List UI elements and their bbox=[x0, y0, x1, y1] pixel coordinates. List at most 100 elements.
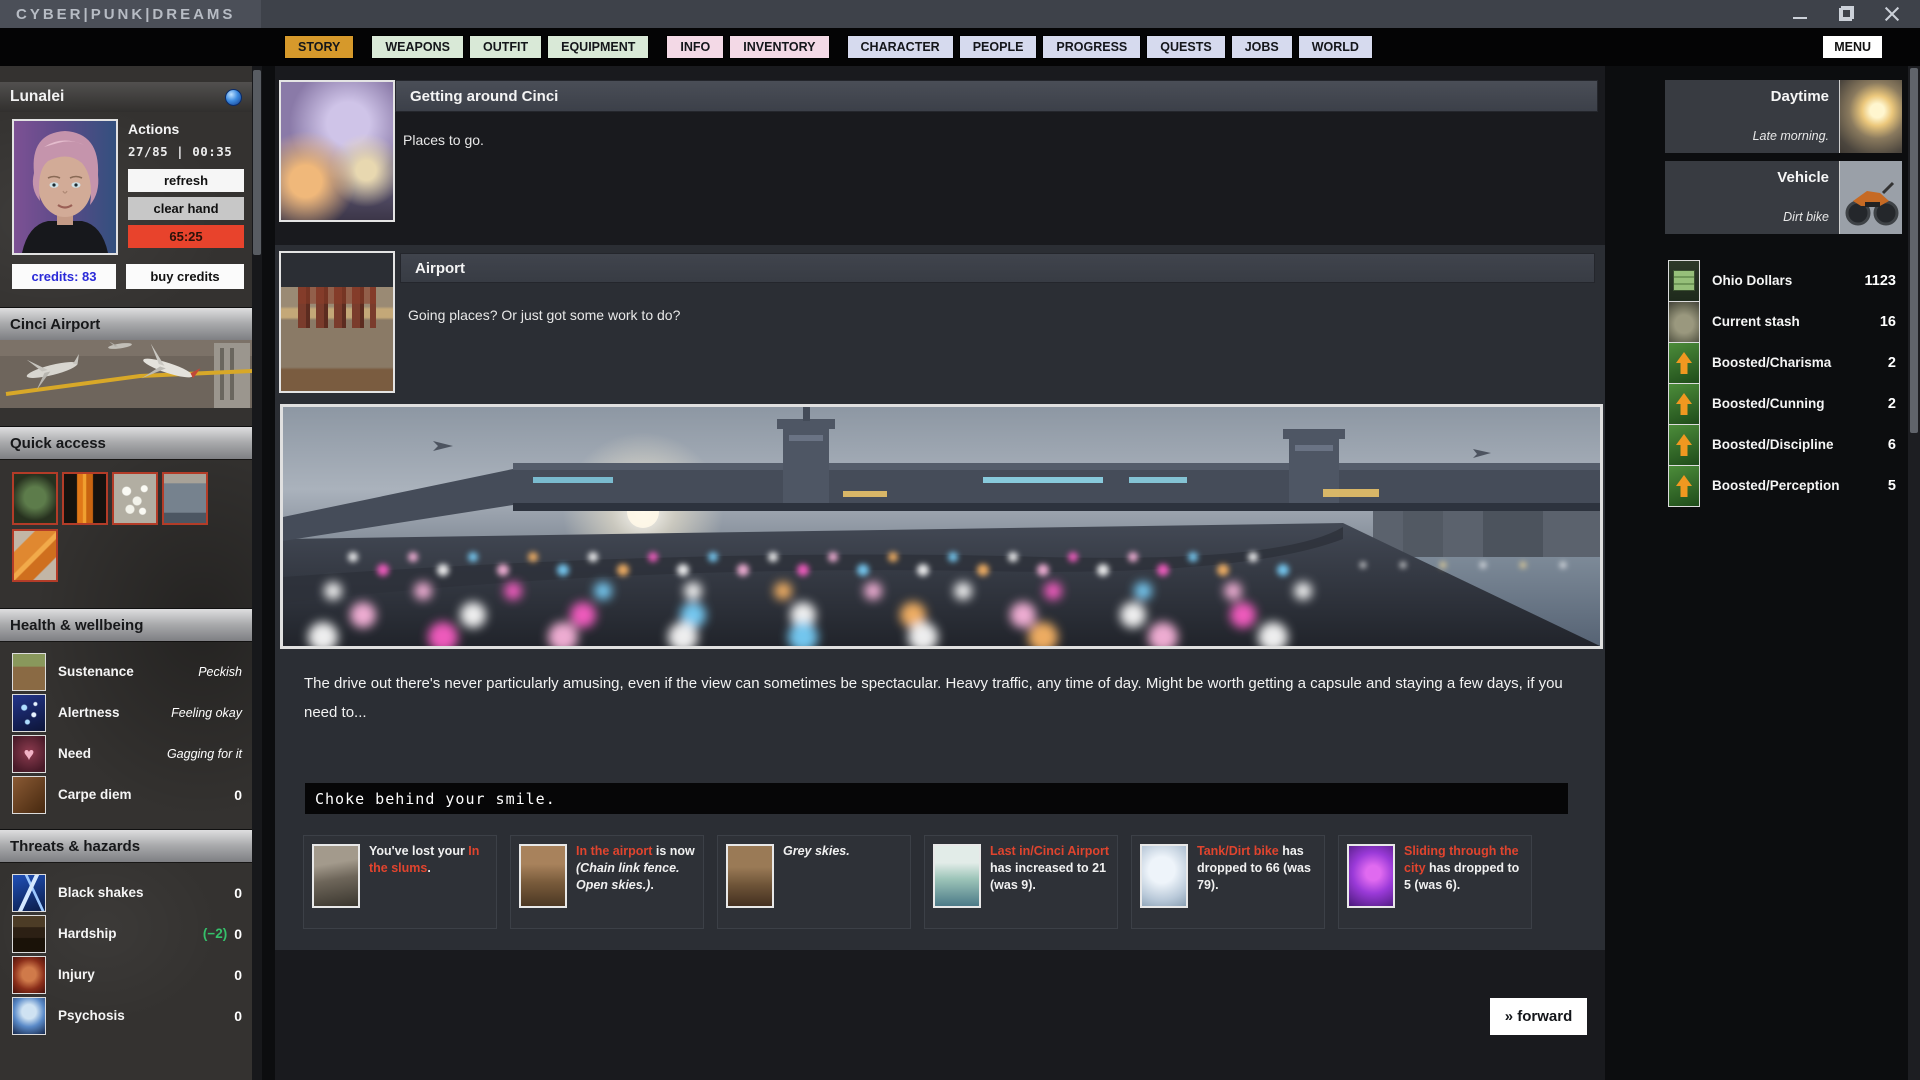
left-scrollbar-thumb[interactable] bbox=[253, 70, 261, 255]
buy-credits-button[interactable]: buy credits bbox=[126, 264, 244, 289]
status-title: Daytime bbox=[1771, 88, 1829, 105]
tab-jobs[interactable]: JOBS bbox=[1231, 35, 1293, 59]
event-text: Tank/Dirt bike has dropped to 66 (was 79… bbox=[1188, 836, 1324, 928]
scene-image bbox=[280, 404, 1603, 649]
carpe-icon bbox=[12, 776, 46, 814]
stat-label: Boosted/Discipline bbox=[1712, 437, 1834, 452]
right-scrollbar-thumb[interactable] bbox=[1910, 68, 1918, 433]
clear-hand-button[interactable]: clear hand bbox=[128, 197, 244, 220]
event-thumbnail bbox=[726, 844, 774, 908]
money-icon bbox=[1668, 260, 1700, 302]
health-row-sustenance[interactable]: SustenancePeckish bbox=[0, 651, 252, 692]
left-sidebar: Lunalei bbox=[0, 66, 252, 1080]
event-card[interactable]: Last in/Cinci Airport has increased to 2… bbox=[924, 835, 1118, 929]
tab-story[interactable]: STORY bbox=[284, 35, 354, 59]
character-panel: Actions 27/85 | 00:35 refresh clear hand… bbox=[12, 119, 246, 255]
stat-value: 5 bbox=[1888, 478, 1896, 494]
health-row-carpe-diem[interactable]: Carpe diem0 bbox=[0, 774, 252, 815]
threat-row-psychosis[interactable]: Psychosis0 bbox=[0, 995, 252, 1036]
tab-quests[interactable]: QUESTS bbox=[1146, 35, 1225, 59]
tab-world[interactable]: WORLD bbox=[1298, 35, 1373, 59]
health-header: Health & wellbeing bbox=[0, 608, 252, 641]
location-title: Cinci Airport bbox=[10, 316, 100, 333]
event-card[interactable]: Grey skies. bbox=[717, 835, 911, 929]
tab-equipment[interactable]: EQUIPMENT bbox=[547, 35, 649, 59]
event-card[interactable]: In the airport is now (Chain link fence.… bbox=[510, 835, 704, 929]
tab-inventory[interactable]: INVENTORY bbox=[729, 35, 829, 59]
threat-row-injury[interactable]: Injury0 bbox=[0, 954, 252, 995]
stat-row-boosted-cunning[interactable]: Boosted/Cunning2 bbox=[1665, 383, 1905, 424]
quick-item-energy-drink[interactable] bbox=[62, 472, 108, 525]
menu-button[interactable]: MENU bbox=[1823, 36, 1882, 58]
quote-banner: Choke behind your smile. bbox=[305, 783, 1568, 814]
status-cards: DaytimeLate morning. VehicleDirt bike bbox=[1665, 80, 1905, 242]
left-scrollbar[interactable] bbox=[252, 66, 262, 1080]
stat-row-boosted-discipline[interactable]: Boosted/Discipline6 bbox=[1665, 424, 1905, 465]
story-title: Getting around Cinci bbox=[410, 88, 558, 105]
right-scrollbar[interactable] bbox=[1908, 66, 1920, 1080]
stat-label: Boosted/Perception bbox=[1712, 478, 1840, 493]
quick-item-ration-bar[interactable] bbox=[12, 529, 58, 582]
stat-row-boosted-perception[interactable]: Boosted/Perception 5 bbox=[1665, 465, 1905, 506]
quick-item-supply-crate[interactable] bbox=[12, 472, 58, 525]
threat-value: 0 bbox=[234, 885, 242, 901]
storylet-thumbnail bbox=[279, 251, 395, 393]
threat-value: 0 bbox=[234, 1008, 242, 1024]
blackshakes-icon bbox=[12, 874, 46, 912]
stash-icon bbox=[1668, 301, 1700, 343]
quick-access-header: Quick access bbox=[0, 426, 252, 459]
quick-access-grid bbox=[0, 459, 248, 582]
tab-progress[interactable]: PROGRESS bbox=[1042, 35, 1141, 59]
stat-value: 2 bbox=[1888, 355, 1896, 371]
restore-icon[interactable] bbox=[1838, 6, 1854, 22]
quick-item-lunchbox[interactable] bbox=[162, 472, 208, 525]
tab-weapons[interactable]: WEAPONS bbox=[371, 35, 464, 59]
refresh-button[interactable]: refresh bbox=[128, 169, 244, 192]
threat-row-hardship[interactable]: Hardship(−2)0 bbox=[0, 913, 252, 954]
daytime-card[interactable]: DaytimeLate morning. bbox=[1665, 80, 1902, 153]
stat-row-ohio-dollars[interactable]: Ohio Dollars1123 bbox=[1665, 260, 1905, 301]
forward-button[interactable]: » forward bbox=[1490, 998, 1587, 1035]
tab-people[interactable]: PEOPLE bbox=[959, 35, 1038, 59]
main-content: Getting around Cinci Places to go. Airpo… bbox=[275, 66, 1605, 1080]
storylet-body: Going places? Or just got some work to d… bbox=[408, 307, 680, 323]
location-image[interactable] bbox=[0, 340, 252, 408]
quick-item-pills[interactable] bbox=[112, 472, 158, 525]
character-portrait[interactable] bbox=[12, 119, 118, 255]
stat-label: Boosted/Charisma bbox=[1712, 355, 1831, 370]
timer-button[interactable]: 65:25 bbox=[128, 225, 244, 248]
need-icon bbox=[12, 735, 46, 773]
tab-character[interactable]: CHARACTER bbox=[847, 35, 954, 59]
story-body: Places to go. bbox=[403, 132, 484, 148]
credits-button[interactable]: credits: 83 bbox=[12, 264, 116, 289]
minimize-icon[interactable] bbox=[1792, 6, 1808, 22]
pills-icon bbox=[114, 474, 156, 523]
tab-outfit[interactable]: OUTFIT bbox=[469, 35, 542, 59]
event-card[interactable]: Sliding through the city has dropped to … bbox=[1338, 835, 1532, 929]
health-label: Sustenance bbox=[58, 664, 134, 679]
event-card[interactable]: You've lost your In the slums. bbox=[303, 835, 497, 929]
storylet-panel: Airport Going places? Or just got some w… bbox=[275, 245, 1605, 950]
health-row-alertness[interactable]: AlertnessFeeling okay bbox=[0, 692, 252, 733]
scene-description: The drive out there's never particularly… bbox=[304, 669, 1576, 727]
vehicle-icon bbox=[1839, 161, 1902, 234]
storylet-header: Airport bbox=[400, 253, 1595, 283]
status-text: VehicleDirt bike bbox=[1665, 161, 1839, 234]
app-window: CYBER|PUNK|DREAMS STORYWEAPONSOUTFITEQUI… bbox=[0, 0, 1920, 1080]
health-row-need[interactable]: NeedGagging for it bbox=[0, 733, 252, 774]
event-thumbnail bbox=[933, 844, 981, 908]
stat-row-boosted-charisma[interactable]: Boosted/Charisma 2 bbox=[1665, 342, 1905, 383]
psychosis-icon bbox=[12, 997, 46, 1035]
tab-info[interactable]: INFO bbox=[666, 35, 724, 59]
threat-row-black-shakes[interactable]: Black shakes 0 bbox=[0, 872, 252, 913]
close-icon[interactable] bbox=[1884, 6, 1900, 22]
threat-label: Injury bbox=[58, 967, 95, 982]
stat-row-current-stash[interactable]: Current stash16 bbox=[1665, 301, 1905, 342]
event-card[interactable]: Tank/Dirt bike has dropped to 66 (was 79… bbox=[1131, 835, 1325, 929]
status-orb-icon[interactable] bbox=[225, 89, 242, 106]
health-rows: SustenancePeckishAlertnessFeeling okayNe… bbox=[0, 651, 252, 815]
health-label: Carpe diem bbox=[58, 787, 132, 802]
event-thumbnail bbox=[1140, 844, 1188, 908]
vehicle-card[interactable]: VehicleDirt bike bbox=[1665, 161, 1902, 234]
threat-label: Black shakes bbox=[58, 885, 144, 900]
